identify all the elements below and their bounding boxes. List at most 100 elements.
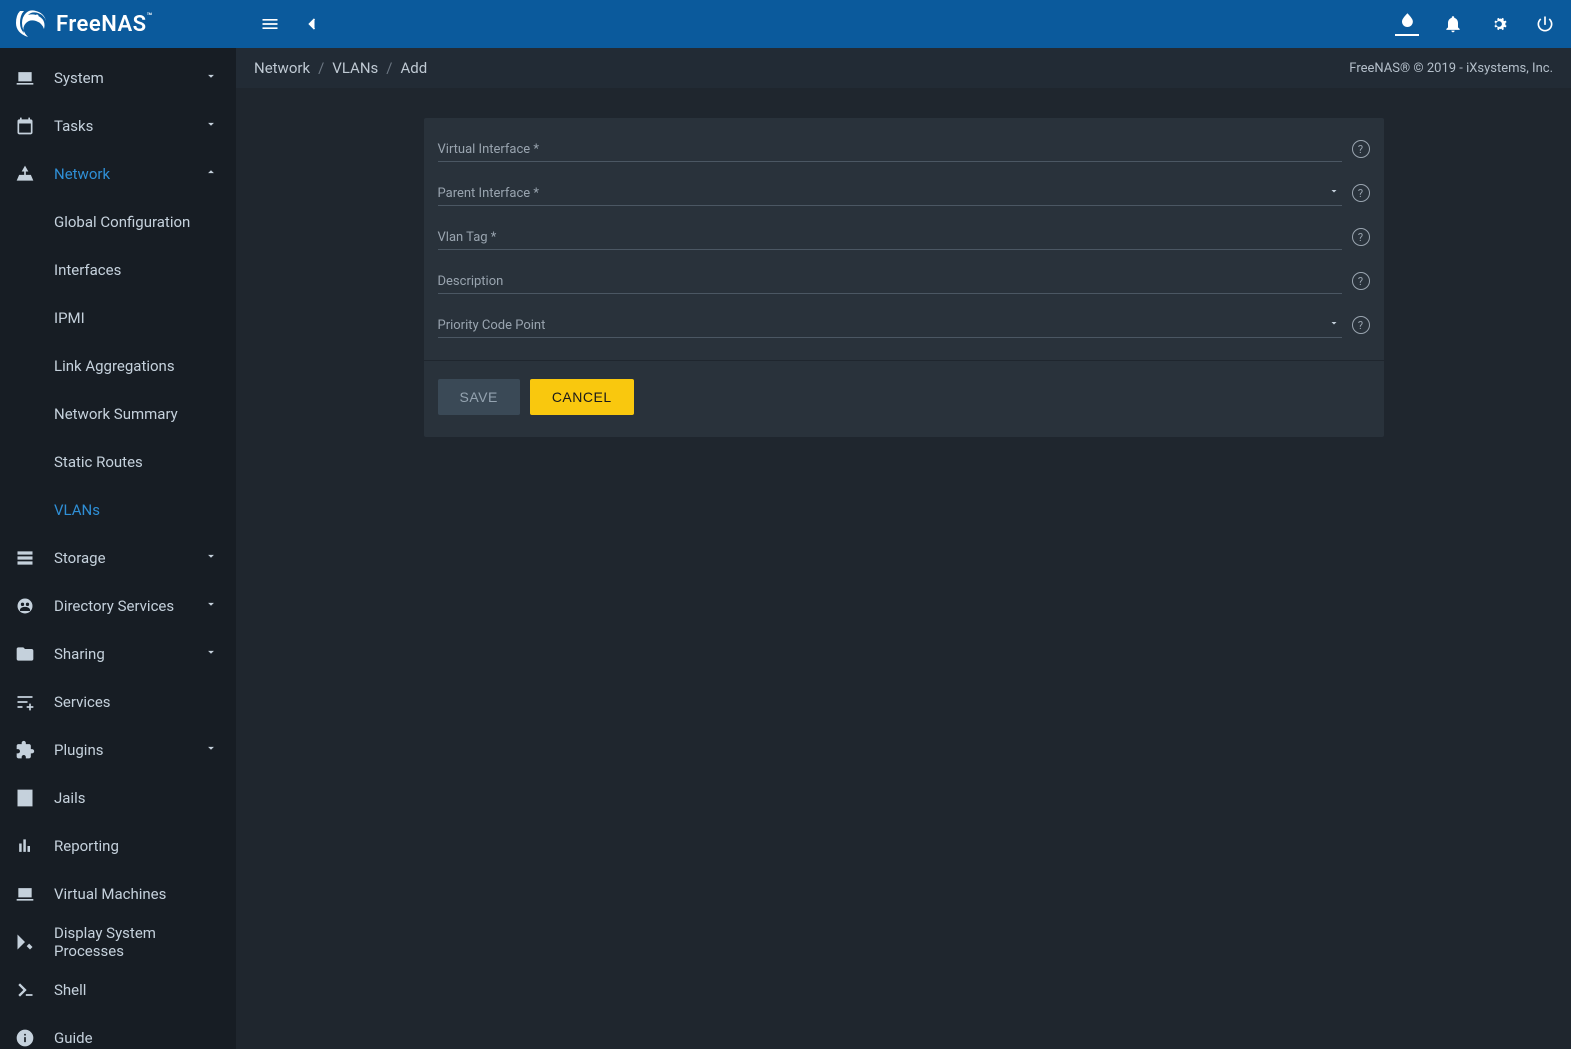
network-icon — [14, 163, 36, 185]
sidebar-label: Plugins — [54, 741, 204, 759]
sidebar-label: Storage — [54, 549, 204, 567]
notifications-button[interactable] — [1441, 12, 1465, 36]
chevron-down-icon — [204, 597, 222, 615]
form-row-description: Description ? — [438, 268, 1370, 294]
help-icon[interactable]: ? — [1352, 316, 1370, 334]
laptop-icon — [14, 67, 36, 89]
help-icon[interactable]: ? — [1352, 140, 1370, 158]
chevron-down-icon — [1328, 317, 1340, 333]
sidebar-label: Shell — [54, 981, 222, 999]
chevron-up-icon — [204, 165, 222, 183]
settings-button[interactable] — [1487, 12, 1511, 36]
save-button[interactable]: SAVE — [438, 379, 520, 415]
chevron-down-icon — [204, 741, 222, 759]
field-label: Virtual Interface * — [438, 142, 1342, 157]
form-row-parent-interface: Parent Interface * ? — [438, 180, 1370, 206]
help-icon[interactable]: ? — [1352, 184, 1370, 202]
menu-toggle-button[interactable] — [258, 12, 282, 36]
chevron-down-icon — [204, 549, 222, 567]
breadcrumb-vlans[interactable]: VLANs — [332, 59, 378, 77]
theme-button[interactable] — [1395, 12, 1419, 36]
terminal-icon — [14, 979, 36, 1001]
sidebar-sub-global-config[interactable]: Global Configuration — [0, 198, 236, 246]
breadcrumb-add: Add — [400, 59, 427, 77]
content: Virtual Interface * ? Parent Interface *… — [236, 88, 1571, 1049]
field-label: Priority Code Point — [438, 318, 1342, 333]
sidebar-item-services[interactable]: Services — [0, 678, 236, 726]
logo-area: FreeNAS™ — [8, 9, 244, 39]
processes-icon — [14, 931, 36, 953]
sidebar-label: Guide — [54, 1029, 222, 1047]
chevron-down-icon — [204, 117, 222, 135]
field-label: Vlan Tag * — [438, 230, 1342, 245]
logo-icon — [14, 9, 48, 39]
form-row-pcp: Priority Code Point ? — [438, 312, 1370, 338]
chevron-down-icon — [204, 645, 222, 663]
help-icon[interactable]: ? — [1352, 272, 1370, 290]
sidebar-item-reporting[interactable]: Reporting — [0, 822, 236, 870]
vlan-tag-field[interactable]: Vlan Tag * — [438, 224, 1342, 250]
field-label: Description — [438, 274, 1342, 289]
sidebar-item-shell[interactable]: Shell — [0, 966, 236, 1014]
sidebar-sub-static-routes[interactable]: Static Routes — [0, 438, 236, 486]
sidebar-sub-interfaces[interactable]: Interfaces — [0, 246, 236, 294]
folder-shared-icon — [14, 643, 36, 665]
sidebar-label: Jails — [54, 789, 222, 807]
users-icon — [14, 595, 36, 617]
sidebar-label: System — [54, 69, 204, 87]
sidebar-item-jails[interactable]: Jails — [0, 774, 236, 822]
cancel-button[interactable]: CANCEL — [530, 379, 634, 415]
description-field[interactable]: Description — [438, 268, 1342, 294]
sidebar-item-storage[interactable]: Storage — [0, 534, 236, 582]
jail-icon — [14, 787, 36, 809]
priority-code-point-select[interactable]: Priority Code Point — [438, 312, 1342, 338]
extension-icon — [14, 739, 36, 761]
sidebar-label: Sharing — [54, 645, 204, 663]
breadcrumb-sep: / — [386, 59, 392, 77]
sidebar-label: Network — [54, 165, 204, 183]
form-row-vlan-tag: Vlan Tag * ? — [438, 224, 1370, 250]
sidebar-sub-link-aggregations[interactable]: Link Aggregations — [0, 342, 236, 390]
storage-icon — [14, 547, 36, 569]
form-row-virtual-interface: Virtual Interface * ? — [438, 136, 1370, 162]
sidebar-sub-ipmi[interactable]: IPMI — [0, 294, 236, 342]
button-row: SAVE CANCEL — [438, 379, 1370, 415]
virtual-interface-field[interactable]: Virtual Interface * — [438, 136, 1342, 162]
breadcrumb-sep: / — [318, 59, 324, 77]
topbar-right — [1395, 12, 1563, 36]
help-icon[interactable]: ? — [1352, 228, 1370, 246]
sidebar-label: Directory Services — [54, 597, 204, 615]
sidebar-item-display-system-processes[interactable]: Display System Processes — [0, 918, 236, 966]
sidebar-item-virtual-machines[interactable]: Virtual Machines — [0, 870, 236, 918]
sidebar-label: Services — [54, 693, 222, 711]
sidebar-label: Reporting — [54, 837, 222, 855]
breadcrumb-network[interactable]: Network — [254, 59, 310, 77]
topbar: FreeNAS™ — [0, 0, 1571, 48]
sidebar-label: Tasks — [54, 117, 204, 135]
sidebar-item-tasks[interactable]: Tasks — [0, 102, 236, 150]
divider — [424, 360, 1384, 361]
chevron-down-icon — [204, 69, 222, 87]
back-button[interactable] — [300, 12, 324, 36]
calendar-icon — [14, 115, 36, 137]
sidebar-item-guide[interactable]: Guide — [0, 1014, 236, 1049]
parent-interface-select[interactable]: Parent Interface * — [438, 180, 1342, 206]
sidebar-sub-network-summary[interactable]: Network Summary — [0, 390, 236, 438]
sidebar-item-system[interactable]: System — [0, 54, 236, 102]
sidebar-item-network[interactable]: Network — [0, 150, 236, 198]
vlan-form-card: Virtual Interface * ? Parent Interface *… — [424, 118, 1384, 437]
power-button[interactable] — [1533, 12, 1557, 36]
sidebar-item-directory-services[interactable]: Directory Services — [0, 582, 236, 630]
chevron-down-icon — [1328, 185, 1340, 201]
sidebar-sub-vlans[interactable]: VLANs — [0, 486, 236, 534]
sidebar-item-plugins[interactable]: Plugins — [0, 726, 236, 774]
brand-text: FreeNAS™ — [56, 12, 153, 37]
chart-icon — [14, 835, 36, 857]
tune-icon — [14, 691, 36, 713]
sidebar-label: Display System Processes — [54, 924, 222, 960]
sidebar-item-sharing[interactable]: Sharing — [0, 630, 236, 678]
sidebar: System Tasks Network Global Configuratio… — [0, 48, 236, 1049]
breadcrumb-bar: Network / VLANs / Add FreeNAS® © 2019 - … — [236, 48, 1571, 88]
field-label: Parent Interface * — [438, 186, 1342, 201]
info-icon — [14, 1027, 36, 1049]
